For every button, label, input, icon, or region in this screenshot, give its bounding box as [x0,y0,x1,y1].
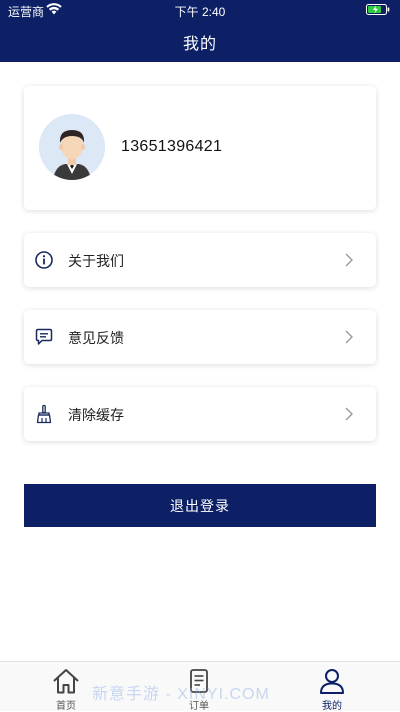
status-bar: 运营商 下午 2:40 [0,0,400,20]
info-circle-icon [34,250,54,270]
watermark: 新意手游 - XINYI.COM [92,686,270,703]
user-phone: 13651396421 [121,138,223,155]
app-header: 运营商 下午 2:40 我的 [0,0,400,62]
chevron-right-icon [344,329,354,345]
chat-bubble-icon [34,327,54,347]
menu-item-feedback[interactable]: 意见反馈 [24,310,376,364]
menu-item-clear-cache[interactable]: 清除缓存 [24,387,376,441]
chevron-right-icon [344,406,354,422]
home-icon [53,669,79,694]
logout-button[interactable]: 退出登录 [24,484,376,527]
menu-item-label: 意见反馈 [68,330,124,346]
broom-icon [34,404,54,424]
battery-charging-icon [366,4,390,18]
status-time: 下午 2:40 [174,5,226,19]
chevron-right-icon [344,252,354,268]
profile-card[interactable]: 13651396421 [24,86,376,210]
user-avatar[interactable] [39,114,105,180]
menu-item-label: 关于我们 [68,253,124,269]
menu-item-about-us[interactable]: 关于我们 [24,233,376,287]
tab-mine[interactable]: 我的 [292,666,372,712]
person-icon [320,669,344,694]
page-title: 我的 [182,36,217,53]
menu-item-label: 清除缓存 [68,407,124,423]
